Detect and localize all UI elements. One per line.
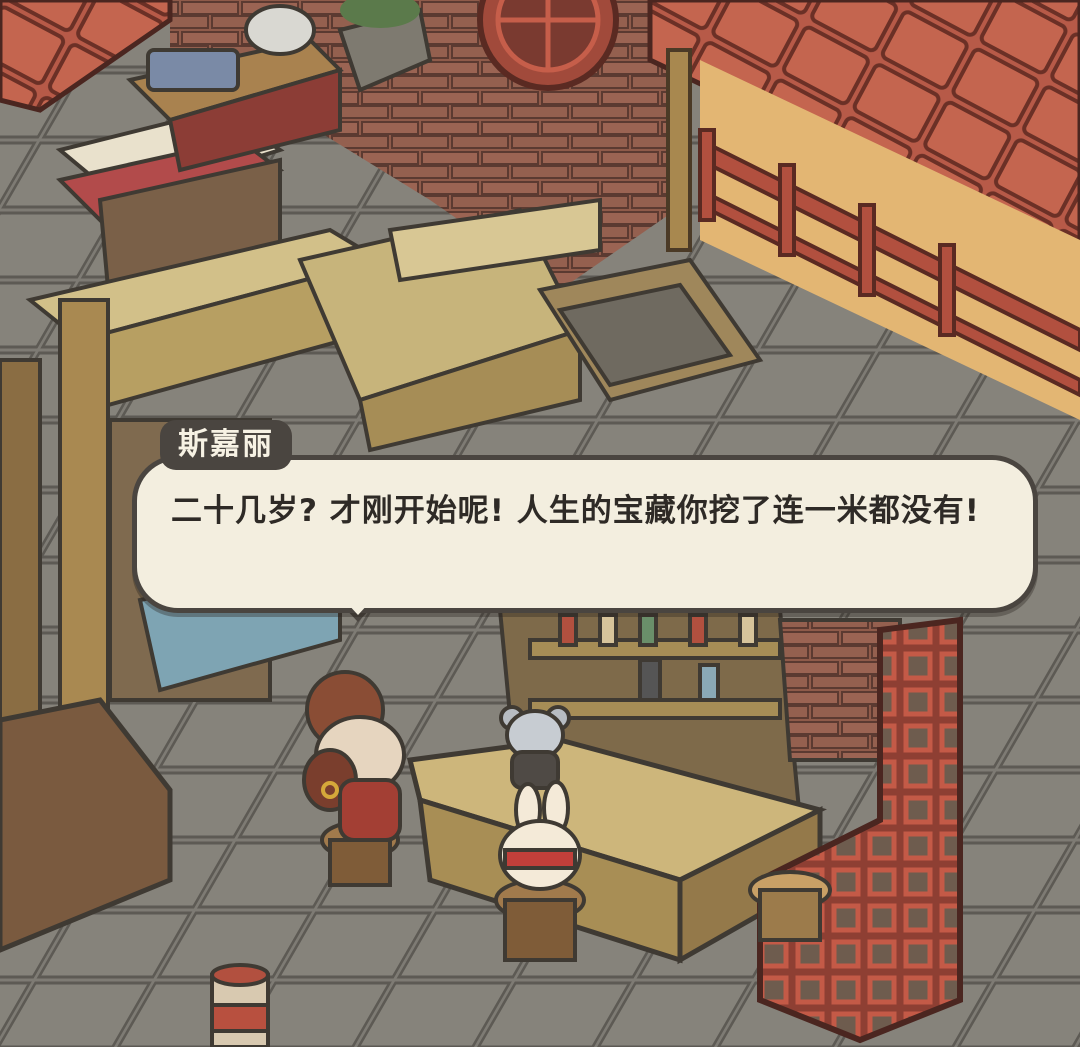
speaker-name-tag: 斯嘉丽: [160, 420, 292, 470]
character-mouse-bartender[interactable]: [499, 705, 571, 790]
dialogue-text: 二十几岁? 才刚开始呢! 人生的宝藏你挖了连一米都没有!: [171, 493, 980, 529]
dialogue-box[interactable]: 二十几岁? 才刚开始呢! 人生的宝藏你挖了连一米都没有!: [132, 455, 1038, 613]
clay-jar: [210, 963, 270, 1047]
dialog-tail-fill: [347, 603, 369, 615]
